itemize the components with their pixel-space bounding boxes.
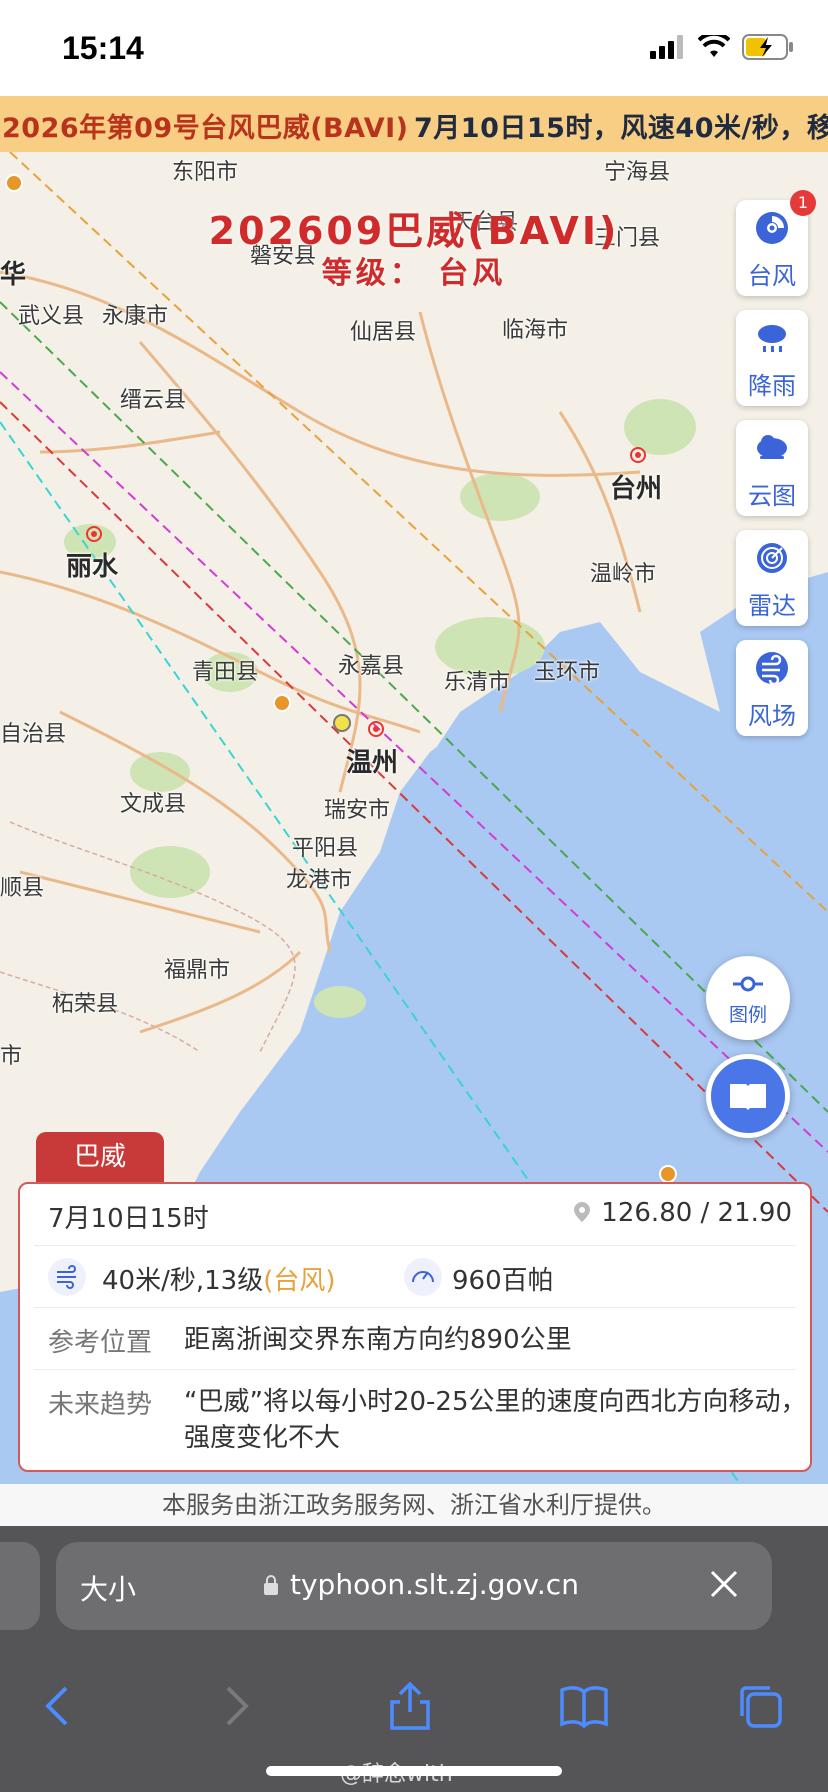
tool-label: 云图 bbox=[748, 482, 796, 510]
ref-value: 距离浙闽交界东南方向约890公里 bbox=[184, 1325, 572, 1355]
place-label: 丽水 bbox=[66, 552, 119, 582]
info-row-reference: 参考位置 距离浙闽交界东南方向约890公里 bbox=[34, 1308, 796, 1370]
ticker-title: 2026年第09号台风巴威(BAVI) bbox=[2, 113, 409, 144]
place-label: 平阳县 bbox=[292, 836, 359, 861]
track-point bbox=[5, 174, 23, 192]
place-label: 台州 bbox=[610, 474, 663, 504]
back-icon[interactable] bbox=[32, 1680, 84, 1732]
cloud-icon bbox=[757, 435, 787, 459]
tool-cloud[interactable]: 云图 bbox=[736, 420, 808, 516]
previous-tab[interactable] bbox=[0, 1542, 40, 1630]
forward-icon[interactable] bbox=[210, 1680, 262, 1732]
place-label: 缙云县 bbox=[120, 388, 187, 413]
place-label: 玉环市 bbox=[534, 660, 601, 685]
map-tools: 台风 1 降雨 云图 雷达 风场 bbox=[736, 190, 816, 750]
share-icon[interactable] bbox=[384, 1680, 436, 1732]
place-label: 东阳市 bbox=[172, 160, 239, 185]
typhoon-ticker: 2026年第09号台风巴威(BAVI) 7月10日15时，风速40米/秒，移 bbox=[0, 96, 828, 152]
tool-label: 风场 bbox=[748, 702, 796, 730]
tool-rain[interactable]: 降雨 bbox=[736, 310, 808, 406]
status-time: 15:14 bbox=[62, 30, 144, 66]
storm-info-card: 7月10日15时 126.80 / 21.90 40米/秒,13级(台风) 96… bbox=[18, 1182, 812, 1472]
legend-button[interactable]: 图例 bbox=[706, 956, 790, 1040]
book-button[interactable] bbox=[706, 1054, 790, 1138]
url-text: typhoon.slt.zj.gov.cn bbox=[290, 1568, 579, 1601]
tool-radar[interactable]: 雷达 bbox=[736, 530, 808, 626]
coord-value: 126.80 / 21.90 bbox=[601, 1198, 792, 1228]
location-pin-icon bbox=[574, 1202, 591, 1222]
place-label: 文成县 bbox=[120, 792, 187, 817]
lock-icon bbox=[264, 1575, 278, 1595]
place-label: 顺县 bbox=[0, 876, 45, 901]
tabs-icon[interactable] bbox=[734, 1680, 786, 1732]
place-label: 青田县 bbox=[192, 660, 259, 685]
address-bar[interactable]: 大小 typhoon.slt.zj.gov.cn bbox=[56, 1542, 772, 1630]
track-point bbox=[659, 1165, 677, 1183]
trend-key: 未来趋势 bbox=[48, 1390, 153, 1420]
wifi-icon bbox=[698, 35, 730, 57]
service-footer: 本服务由浙江政务服务网、浙江省水利厅提供。 bbox=[0, 1484, 828, 1526]
track-point bbox=[333, 714, 351, 732]
bookmarks-icon[interactable] bbox=[558, 1680, 610, 1732]
track-point bbox=[273, 694, 291, 712]
place-label: 永康市 bbox=[102, 304, 169, 329]
storm-title: 202609巴威(BAVI) bbox=[208, 209, 620, 253]
close-icon[interactable] bbox=[704, 1564, 744, 1604]
legend-icon bbox=[733, 976, 763, 992]
status-icons bbox=[650, 34, 794, 60]
place-label: 永嘉县 bbox=[338, 654, 405, 679]
wind-icon bbox=[48, 1258, 86, 1296]
wind-level: (台风) bbox=[263, 1266, 336, 1296]
browser-toolbar bbox=[0, 1650, 828, 1760]
ref-key: 参考位置 bbox=[48, 1328, 153, 1358]
place-label: 温州 bbox=[346, 748, 399, 778]
signal-icon bbox=[650, 35, 683, 59]
place-label: 龙港市 bbox=[286, 868, 353, 893]
radar-icon bbox=[757, 543, 787, 573]
place-label: 市 bbox=[0, 1044, 23, 1069]
wind-field-icon bbox=[756, 652, 788, 686]
pressure-value: 960百帕 bbox=[452, 1266, 554, 1296]
place-label: 柘荣县 bbox=[52, 992, 119, 1017]
place-label: 宁海县 bbox=[604, 160, 671, 185]
info-datetime: 7月10日15时 bbox=[48, 1204, 209, 1234]
home-indicator[interactable] bbox=[266, 1766, 562, 1776]
trend-value: “巴威”将以每小时20-25公里的速度向西北方向移动，强度变化不大 bbox=[184, 1387, 807, 1453]
ticker-status: 7月10日15时，风速40米/秒，移 bbox=[414, 113, 828, 144]
info-row-wind: 40米/秒,13级(台风) 960百帕 bbox=[34, 1246, 796, 1308]
storm-level: 等级： 台风 bbox=[321, 256, 507, 291]
text-size-button[interactable]: 大小 bbox=[80, 1568, 136, 1608]
place-label: 自治县 bbox=[0, 722, 67, 747]
place-label: 仙居县 bbox=[350, 320, 417, 345]
tool-label: 降雨 bbox=[748, 372, 796, 400]
place-label: 武义县 bbox=[18, 304, 85, 329]
tool-label: 雷达 bbox=[748, 592, 796, 620]
place-label: 瑞安市 bbox=[324, 798, 391, 823]
storm-tab[interactable]: 巴威 bbox=[36, 1132, 164, 1184]
place-label: 温岭市 bbox=[590, 562, 657, 587]
place-label: 福鼎市 bbox=[164, 958, 231, 983]
pressure-gauge-icon bbox=[404, 1258, 442, 1296]
wind-info: 40米/秒,13级(台风) bbox=[102, 1260, 336, 1297]
tool-label: 台风 bbox=[748, 262, 796, 290]
notification-badge: 1 bbox=[790, 190, 816, 216]
battery-charging-icon bbox=[742, 34, 793, 60]
info-row-trend: 未来趋势 “巴威”将以每小时20-25公里的速度向西北方向移动，强度变化不大 bbox=[34, 1370, 807, 1470]
wind-speed: 40米/秒,13级 bbox=[102, 1266, 264, 1296]
tool-wind-field[interactable]: 风场 bbox=[736, 640, 808, 736]
tool-typhoon[interactable]: 台风 1 bbox=[736, 190, 816, 296]
place-label: 乐清市 bbox=[444, 670, 511, 695]
status-bar: 15:14 bbox=[0, 0, 828, 96]
browser-chrome: 大小 typhoon.slt.zj.gov.cn @辞念with bbox=[0, 1526, 828, 1792]
book-icon bbox=[730, 1084, 766, 1110]
rain-icon bbox=[758, 325, 786, 352]
info-coord: 126.80 / 21.90 bbox=[573, 1198, 792, 1228]
legend-label: 图例 bbox=[728, 1004, 767, 1026]
typhoon-icon bbox=[756, 212, 788, 244]
info-row-time: 7月10日15时 126.80 / 21.90 bbox=[34, 1184, 796, 1246]
place-label: 临海市 bbox=[502, 318, 569, 343]
